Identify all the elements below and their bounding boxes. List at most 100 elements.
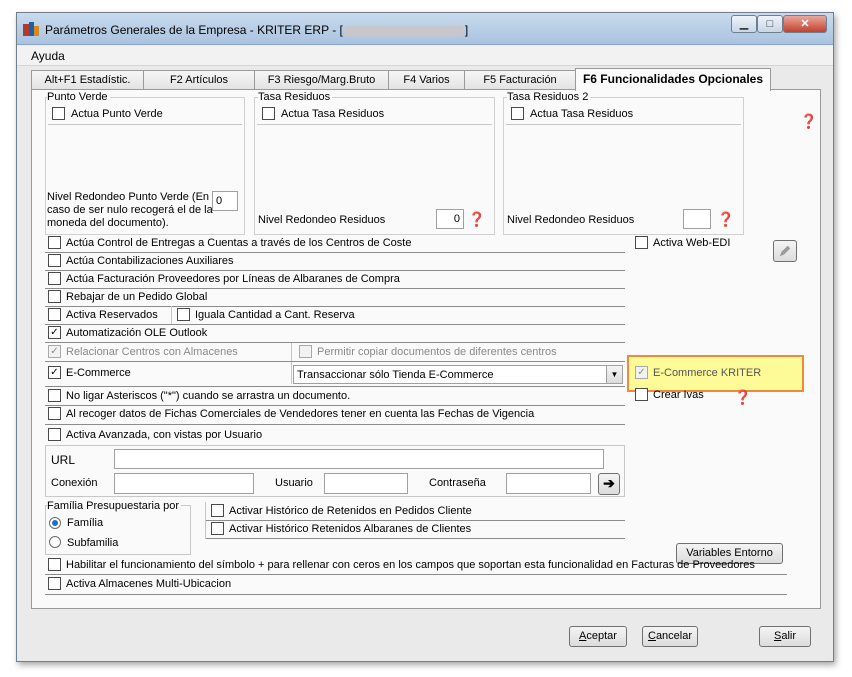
help-icon[interactable]: ❓ xyxy=(717,210,735,228)
help-icon[interactable]: ❓ xyxy=(468,210,486,228)
rebajar-pedido-label: Rebajar de un Pedido Global xyxy=(66,291,208,303)
window-title: Parámetros Generales de la Empresa - KRI… xyxy=(45,23,468,37)
usuario-input[interactable] xyxy=(324,473,408,494)
window-title-suffix: ] xyxy=(464,23,469,37)
contabilizaciones-checkbox[interactable] xyxy=(48,254,61,267)
divider xyxy=(45,594,787,595)
ecommerce-kriter-checkbox[interactable]: ✓ xyxy=(635,366,648,379)
activa-avanzada-label: Activa Avanzada, con vistas por Usuario xyxy=(66,429,263,441)
nivel-residuos-input[interactable]: 0 xyxy=(436,209,464,229)
arrow-right-icon[interactable]: ➔ xyxy=(598,473,620,495)
control-entregas-checkbox[interactable] xyxy=(48,236,61,249)
automatizacion-ole-checkbox[interactable]: ✓ xyxy=(48,326,61,339)
activa-web-edi-checkbox[interactable] xyxy=(635,236,648,249)
al-recoger-datos-checkbox[interactable] xyxy=(48,407,61,420)
habilitar-simbolo-checkbox[interactable] xyxy=(48,558,61,571)
punto-verde-checkbox[interactable] xyxy=(52,107,65,120)
salir-button[interactable]: Salir xyxy=(759,626,811,647)
tasa-residuos-checkbox[interactable] xyxy=(262,107,275,120)
permitir-copiar-checkbox[interactable] xyxy=(299,345,312,358)
main-window: Parámetros Generales de la Empresa - KRI… xyxy=(16,12,834,662)
contabilizaciones-label: Actúa Contabilizaciones Auxiliares xyxy=(66,255,234,267)
conexion-input[interactable] xyxy=(114,473,254,494)
divider xyxy=(291,362,292,384)
url-input[interactable] xyxy=(114,449,604,469)
tasa-residuos-title: Tasa Residuos xyxy=(258,91,333,103)
divider xyxy=(171,306,172,324)
ecommerce-checkbox[interactable]: ✓ xyxy=(48,366,61,379)
divider xyxy=(506,124,741,125)
facturacion-proveedores-label: Actúa Facturación Proveedores por Líneas… xyxy=(66,273,400,285)
contrasena-input[interactable] xyxy=(506,473,591,494)
punto-verde-label: Actua Punto Verde xyxy=(71,108,163,120)
divider xyxy=(45,405,625,406)
minimize-button[interactable]: ▁ xyxy=(731,15,757,33)
divider xyxy=(45,252,625,253)
subfamilia-radio-label: Subfamilia xyxy=(67,537,119,549)
divider xyxy=(45,288,625,289)
redacted-company-name xyxy=(344,25,463,36)
ecommerce-mode-select[interactable]: Transaccionar sólo Tienda E-Commerce ▼ xyxy=(293,365,623,384)
familia-radio-label: Família xyxy=(67,517,104,529)
salir-label: alir xyxy=(781,630,796,642)
ecommerce-label: E-Commerce xyxy=(66,367,131,379)
subfamilia-radio[interactable] xyxy=(49,536,61,548)
chevron-down-icon[interactable]: ▼ xyxy=(606,366,622,383)
automatizacion-ole-label: Automatización OLE Outlook xyxy=(66,327,208,339)
almacenes-multi-checkbox[interactable] xyxy=(48,577,61,590)
title-bar: Parámetros Generales de la Empresa - KRI… xyxy=(17,13,833,45)
divider xyxy=(45,324,625,325)
help-icon[interactable]: ❓ xyxy=(734,388,752,406)
iguala-cantidad-label: Iguala Cantidad a Cant. Reserva xyxy=(195,309,355,321)
divider xyxy=(45,342,625,343)
menu-bar: Ayuda xyxy=(17,46,833,66)
conexion-label: Conexión xyxy=(51,477,98,489)
kriter-app-icon xyxy=(23,22,39,36)
nivel-punto-verde-input[interactable]: 0 xyxy=(212,191,238,211)
window-title-prefix: Parámetros Generales de la Empresa - KRI… xyxy=(45,23,343,37)
menu-ayuda[interactable]: Ayuda xyxy=(31,49,65,63)
no-ligar-asteriscos-checkbox[interactable] xyxy=(48,389,61,402)
maximize-button[interactable]: □ xyxy=(757,15,783,33)
tab-riesgo[interactable]: F3 Riesgo/Marg.Bruto xyxy=(254,70,389,90)
tasa-residuos-2-title: Tasa Residuos 2 xyxy=(507,91,591,103)
contrasena-label: Contraseña xyxy=(429,477,486,489)
tab-articulos[interactable]: F2 Artículos xyxy=(143,70,255,90)
close-button[interactable]: ✕ xyxy=(783,15,827,33)
rebajar-pedido-checkbox[interactable] xyxy=(48,290,61,303)
ecommerce-kriter-label: E-Commerce KRITER xyxy=(653,367,762,379)
help-icon[interactable]: ❓ xyxy=(800,112,818,130)
facturacion-proveedores-checkbox[interactable] xyxy=(48,272,61,285)
tab-facturacion[interactable]: F5 Facturación xyxy=(464,70,576,90)
tab-estadistic[interactable]: Alt+F1 Estadístic. xyxy=(31,70,144,90)
divider xyxy=(291,343,292,361)
divider xyxy=(205,520,625,521)
al-recoger-datos-label: Al recoger datos de Fichas Comerciales d… xyxy=(66,408,535,420)
divider xyxy=(205,502,206,539)
divider xyxy=(45,361,625,362)
activa-reservados-label: Activa Reservados xyxy=(66,309,158,321)
relacionar-centros-checkbox[interactable]: ✓ xyxy=(48,345,61,358)
nivel-residuos-2-input[interactable] xyxy=(683,209,711,229)
tasa-residuos-2-checkbox[interactable] xyxy=(511,107,524,120)
activa-avanzada-checkbox[interactable] xyxy=(48,428,61,441)
historico-pedidos-checkbox[interactable] xyxy=(211,504,224,517)
familia-radio[interactable] xyxy=(49,517,61,529)
tab-varios[interactable]: F4 Varios xyxy=(388,70,465,90)
activa-reservados-checkbox[interactable] xyxy=(48,308,61,321)
divider xyxy=(257,124,492,125)
no-ligar-asteriscos-label: No ligar Asteriscos ("*") cuando se arra… xyxy=(66,390,351,402)
cancelar-button[interactable]: Cancelar xyxy=(642,626,698,647)
historico-pedidos-label: Activar Histórico de Retenidos en Pedido… xyxy=(229,505,472,517)
crear-ivas-checkbox[interactable] xyxy=(635,388,648,401)
aceptar-button[interactable]: Aceptar xyxy=(569,626,627,647)
divider xyxy=(205,538,625,539)
nivel-residuos-2-label: Nivel Redondeo Residuos xyxy=(507,214,635,226)
familia-title: Família Presupuestaria por xyxy=(47,500,182,512)
control-entregas-label: Actúa Control de Entregas a Cuentas a tr… xyxy=(66,237,412,249)
edit-pencil-icon[interactable] xyxy=(773,240,797,262)
historico-albaranes-checkbox[interactable] xyxy=(211,522,224,535)
tab-funcionalidades[interactable]: F6 Funcionalidades Opcionales xyxy=(575,68,771,91)
activa-web-edi-label: Activa Web-EDI xyxy=(653,237,731,249)
iguala-cantidad-checkbox[interactable] xyxy=(177,308,190,321)
